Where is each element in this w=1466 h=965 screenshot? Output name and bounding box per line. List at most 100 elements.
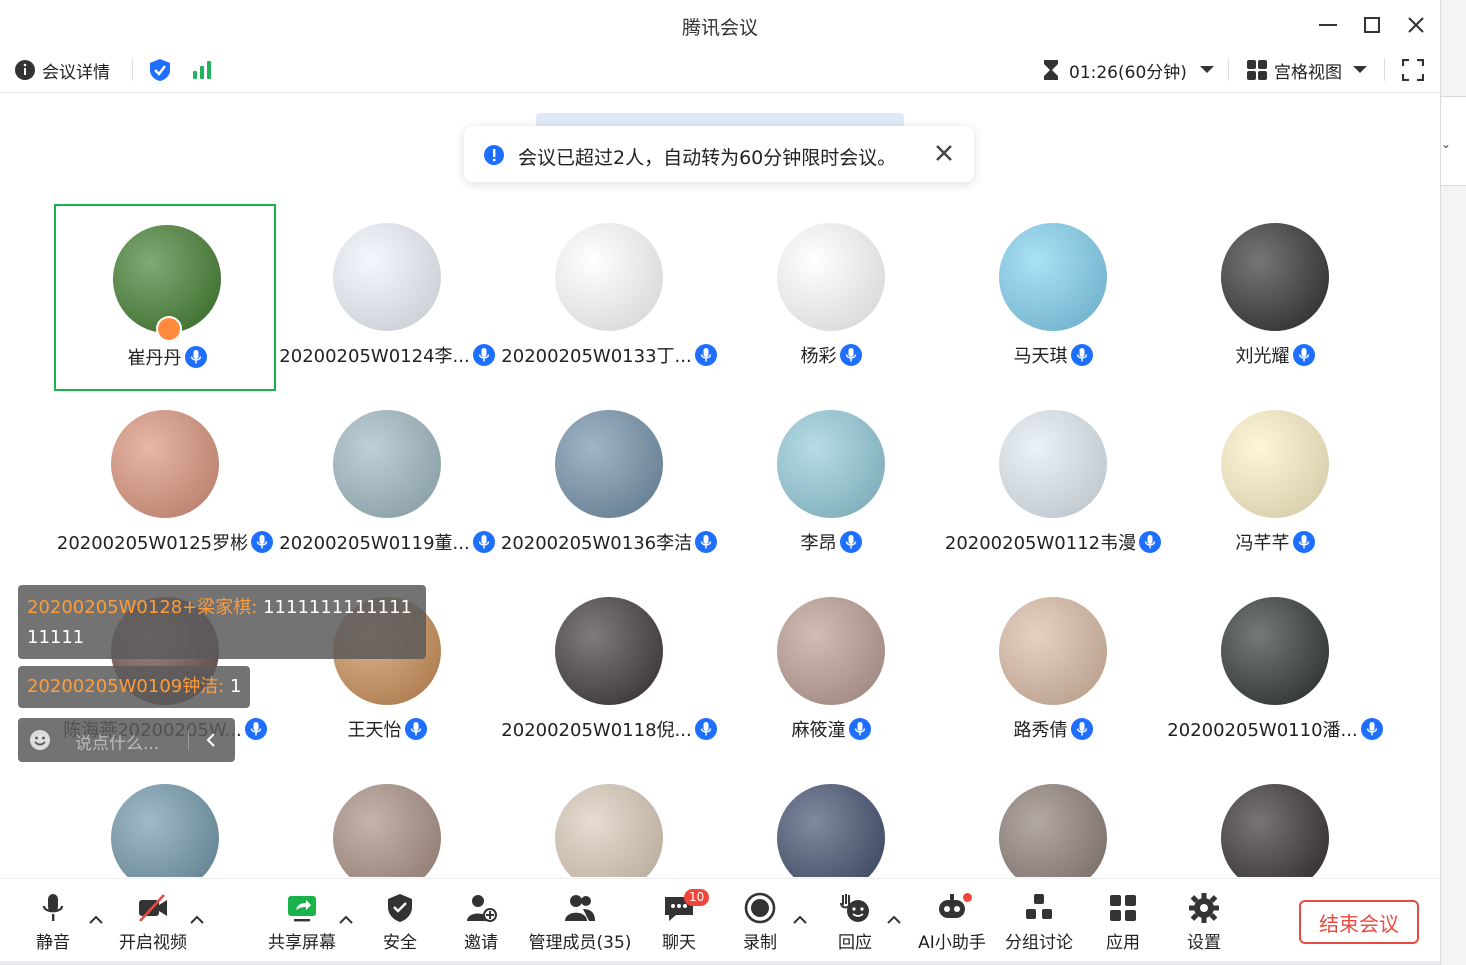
avatar — [777, 223, 885, 331]
chat-sender: 20200205W0109钟洁: — [27, 676, 231, 697]
participant-name-row: 20200205W0118倪... — [498, 716, 720, 742]
participant-tile[interactable] — [498, 765, 720, 877]
manage-members-button[interactable]: 管理成员(35) — [529, 891, 631, 953]
participant-tile[interactable]: 20200205W0112韦漫 — [942, 391, 1164, 578]
participant-tile[interactable]: 20200205W0118倪... — [498, 578, 720, 765]
participant-grid: 崔丹丹 20200205W0124李... 20200205W0133丁... 杨彩 马… — [50, 200, 1390, 877]
participant-name-row: 20200205W0110潘... — [1164, 716, 1386, 742]
participant-tile[interactable]: 麻筱潼 — [720, 578, 942, 765]
share-screen-button[interactable]: 共享屏幕 — [257, 891, 347, 953]
participant-tile[interactable]: 20200205W0136李洁 — [498, 391, 720, 578]
mic-status-icon — [1070, 344, 1093, 366]
participant-tile[interactable]: 李昂 — [720, 391, 942, 578]
mute-label: 静音 — [36, 933, 70, 953]
participant-name-row: 刘光耀 — [1164, 342, 1386, 368]
chevron-up-icon[interactable] — [338, 913, 354, 925]
chevron-up-icon[interactable] — [792, 913, 808, 925]
chat-button[interactable]: 10 聊天 — [634, 889, 724, 953]
apps-button[interactable]: 应用 — [1078, 891, 1168, 953]
apps-label: 应用 — [1106, 933, 1140, 953]
network-signal-button[interactable] — [191, 48, 213, 92]
share-screen-label: 共享屏幕 — [268, 933, 336, 953]
close-window-button[interactable] — [1403, 12, 1429, 38]
mute-button[interactable]: 静音 — [8, 891, 98, 953]
meeting-details-button[interactable]: 会议详情 — [14, 48, 110, 92]
avatar — [555, 410, 663, 518]
participant-name-row: 路秀倩 — [942, 716, 1164, 742]
reaction-icon — [840, 894, 869, 922]
chevron-up-icon[interactable] — [88, 913, 104, 925]
participant-tile[interactable]: 刘光耀 — [1164, 204, 1386, 391]
avatar — [777, 784, 885, 877]
avatar — [555, 597, 663, 705]
maximize-button[interactable] — [1359, 12, 1385, 38]
participant-tile[interactable] — [1164, 765, 1386, 877]
participant-name: 路秀倩 — [1013, 720, 1068, 741]
participant-tile[interactable]: 20200205W0133丁... — [498, 204, 720, 391]
maximize-icon — [1364, 17, 1380, 33]
emoji-icon[interactable] — [29, 729, 51, 751]
meeting-timer[interactable]: 01:26(60分钟) — [1042, 48, 1215, 92]
security-status-button[interactable] — [149, 48, 171, 92]
meeting-toolbar: 会议详情 01:26(60分钟) 宫格视图 — [0, 48, 1440, 93]
start-video-button[interactable]: 开启视频 — [108, 891, 198, 953]
participant-tile[interactable] — [720, 765, 942, 877]
grid-view-button[interactable]: 宫格视图 — [1246, 48, 1368, 92]
mic-status-icon — [472, 344, 495, 366]
participant-tile[interactable] — [54, 765, 276, 877]
mic-status-icon — [1292, 344, 1315, 366]
participant-tile[interactable]: 路秀倩 — [942, 578, 1164, 765]
participant-name: 20200205W0112韦漫 — [944, 533, 1137, 554]
toolbar-divider — [1384, 59, 1385, 81]
manage-members-label: 管理成员(35) — [528, 933, 632, 953]
settings-button[interactable]: 设置 — [1159, 891, 1249, 953]
collapse-chevron-icon[interactable]: ⌄ — [1441, 137, 1451, 151]
avatar — [333, 784, 441, 877]
chevron-down-icon — [1199, 66, 1214, 73]
fullscreen-button[interactable] — [1402, 48, 1424, 92]
toolbar-divider — [132, 59, 133, 81]
microphone-icon — [42, 894, 64, 921]
participant-tile[interactable]: 20200205W0110潘... — [1164, 578, 1386, 765]
add-user-icon — [467, 895, 497, 922]
participant-tile[interactable]: 20200205W0119董... — [276, 391, 498, 578]
chat-placeholder: 说点什么... — [75, 734, 160, 754]
participant-tile[interactable] — [276, 765, 498, 877]
ai-assistant-button[interactable]: AI小助手 — [907, 891, 997, 953]
signal-bars-icon — [193, 61, 211, 79]
participant-name-row: 麻筱潼 — [720, 716, 942, 742]
end-meeting-button[interactable]: 结束会议 — [1299, 900, 1419, 944]
chat-text: 1 — [230, 676, 242, 697]
participant-name: 冯芊芊 — [1235, 533, 1290, 554]
invite-button[interactable]: 邀请 — [436, 891, 526, 953]
participant-tile[interactable]: 冯芊芊 — [1164, 391, 1386, 578]
participant-tile[interactable]: 杨彩 — [720, 204, 942, 391]
mic-status-icon — [1139, 531, 1162, 553]
avatar — [999, 597, 1107, 705]
window-title: 腾讯会议 — [681, 17, 758, 39]
security-label: 安全 — [383, 933, 417, 953]
ai-assistant-label: AI小助手 — [918, 933, 986, 953]
share-screen-icon — [288, 896, 316, 922]
breakout-rooms-button[interactable]: 分组讨论 — [994, 891, 1084, 953]
security-button[interactable]: 安全 — [355, 891, 445, 953]
participant-tile[interactable]: 20200205W0125罗彬 — [54, 391, 276, 578]
mic-status-icon — [251, 531, 274, 553]
avatar — [777, 597, 885, 705]
participant-tile[interactable] — [942, 765, 1164, 877]
participant-tile[interactable]: 20200205W0124李... — [276, 204, 498, 391]
chevron-left-icon[interactable] — [204, 729, 218, 751]
participant-tile[interactable]: 马天琪 — [942, 204, 1164, 391]
chevron-up-icon[interactable] — [189, 913, 205, 925]
mic-status-icon — [695, 531, 718, 553]
host-badge-icon — [156, 316, 182, 342]
quick-chat-input[interactable]: 说点什么... — [18, 718, 235, 762]
participant-tile[interactable]: 崔丹丹 — [54, 204, 276, 391]
end-meeting-label: 结束会议 — [1319, 911, 1399, 936]
participant-name: 崔丹丹 — [127, 348, 182, 369]
camera-off-icon — [139, 894, 167, 922]
participant-name-row: 李昂 — [720, 529, 942, 555]
chevron-up-icon[interactable] — [886, 913, 902, 925]
dismiss-notice-button[interactable] — [934, 143, 954, 167]
minimize-button[interactable] — [1315, 12, 1341, 38]
